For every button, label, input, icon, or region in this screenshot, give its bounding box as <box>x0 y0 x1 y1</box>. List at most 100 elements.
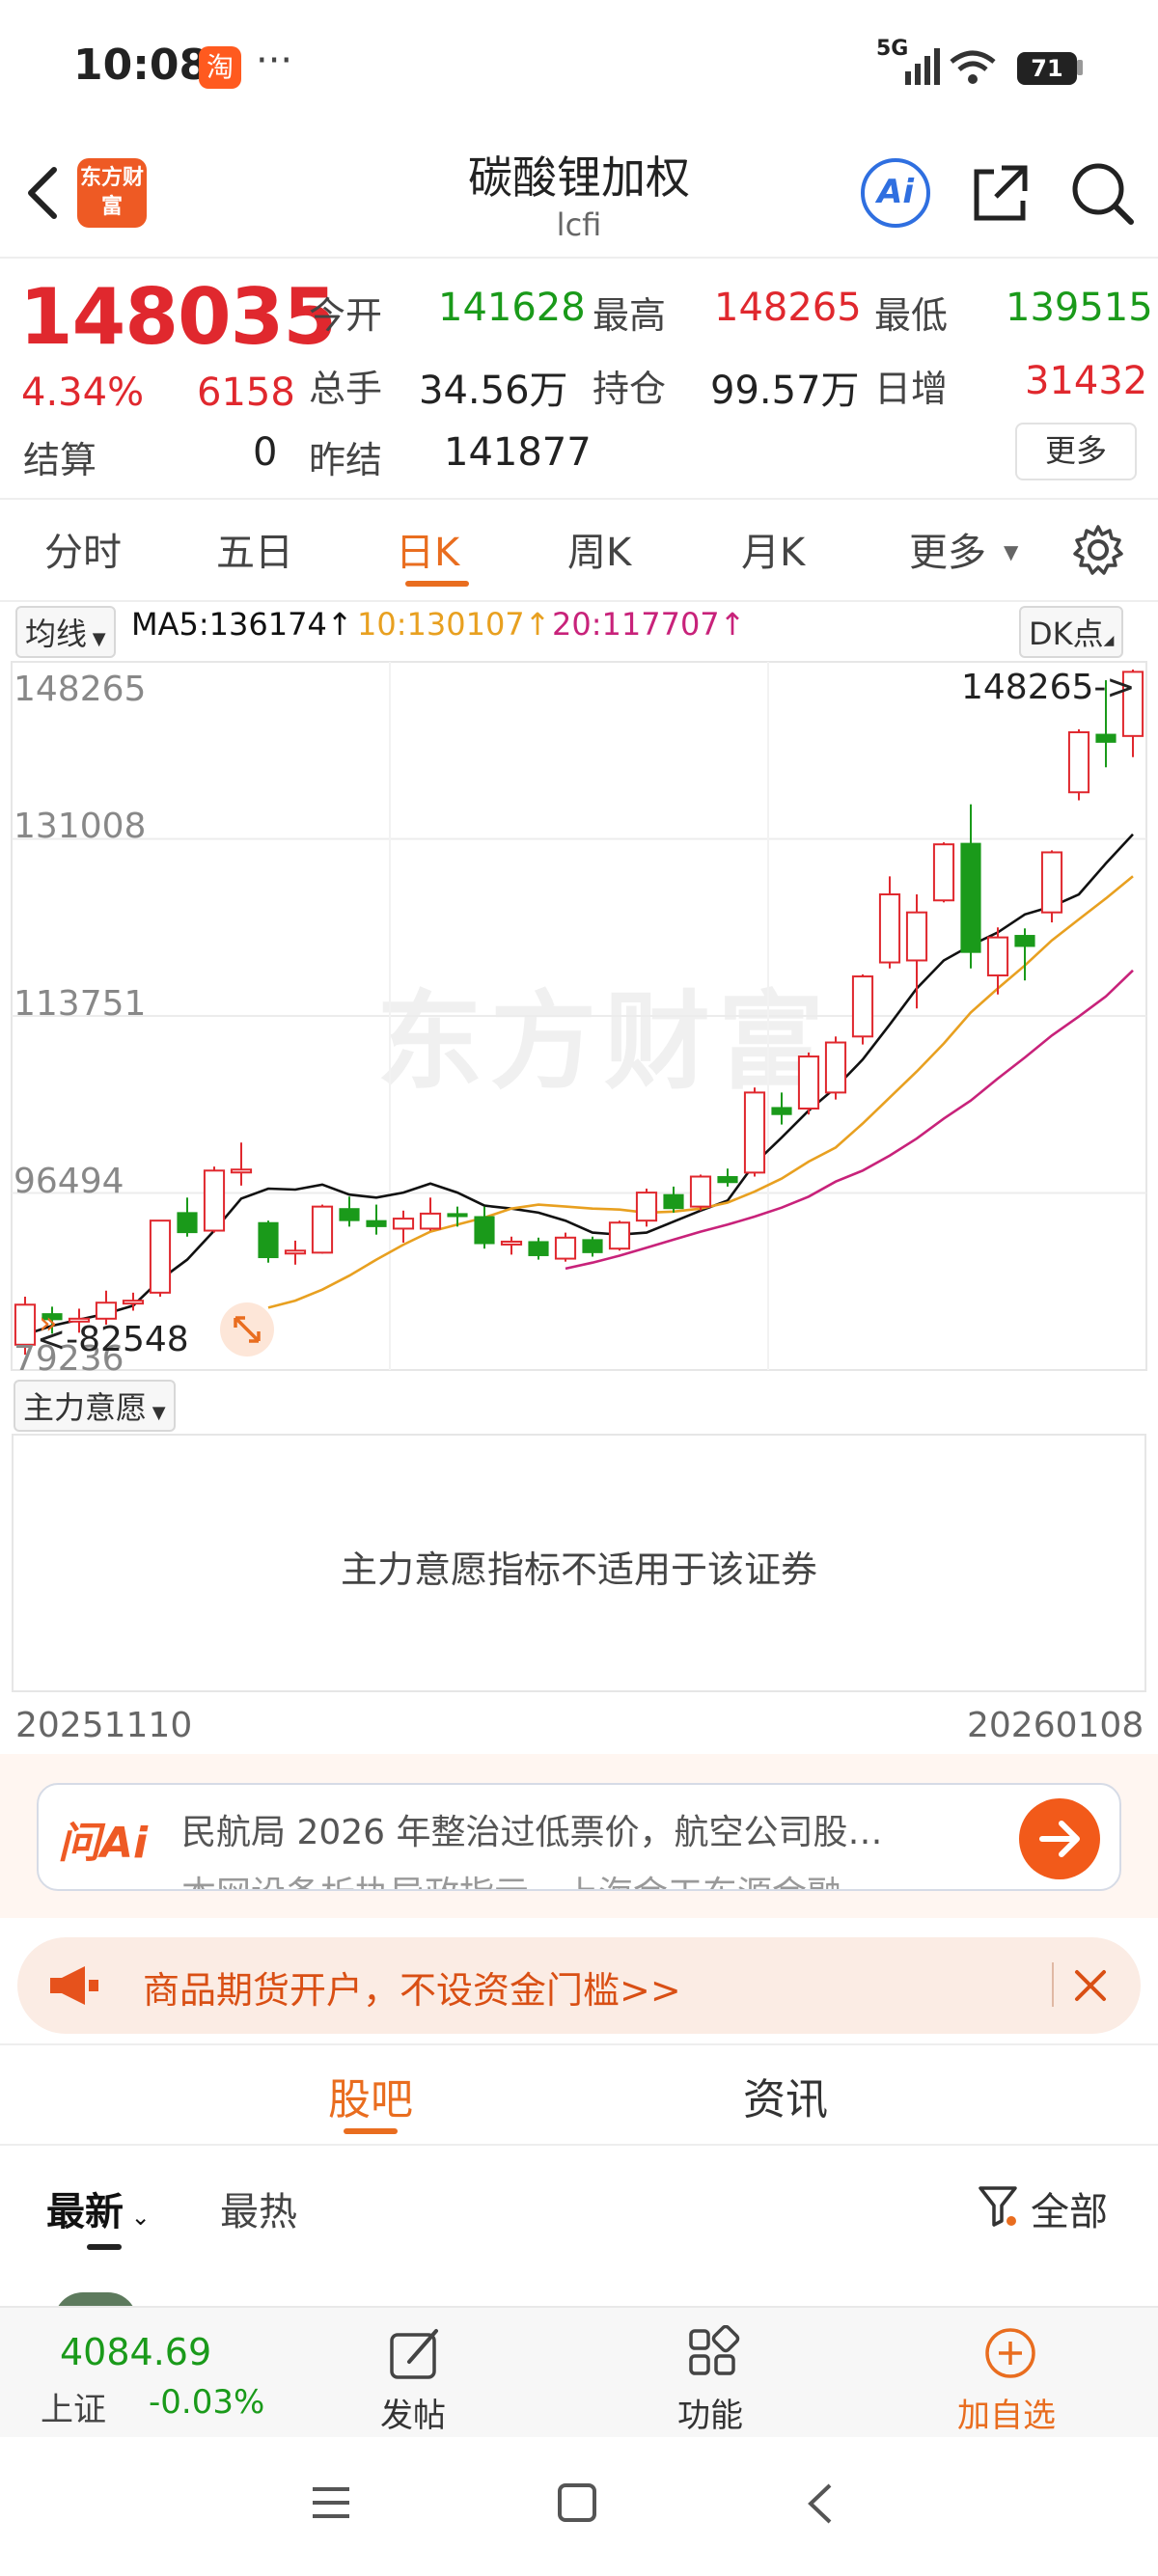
quote-divider <box>0 498 1158 500</box>
ai-submit-button[interactable] <box>1019 1798 1100 1879</box>
ai-label: Ai <box>877 173 914 211</box>
ma5-value: MA5:136174↑ <box>131 606 353 643</box>
candle-up <box>122 1300 145 1305</box>
daily-increase-value: 31432 <box>1025 359 1148 403</box>
ai-button[interactable]: Ai <box>861 158 930 228</box>
open-interest-value: 99.57万 <box>710 369 860 413</box>
tab-more-caret-icon: ▼ <box>1004 540 1019 563</box>
filter-all[interactable]: 全部 <box>1031 2180 1108 2236</box>
grid-icon <box>689 2325 740 2375</box>
candle-up <box>311 1205 334 1254</box>
back-nav-icon[interactable] <box>801 2480 840 2528</box>
dk-point-button[interactable]: DK点◢ <box>1019 606 1124 658</box>
expand-icon[interactable] <box>220 1302 274 1357</box>
last-price: 148035 <box>19 272 337 362</box>
open-value: 141628 <box>438 286 586 330</box>
add-watchlist-label: 加自选 <box>957 2397 1056 2435</box>
indicator-message: 主力意愿指标不适用于该证券 <box>340 1548 817 1591</box>
wifi-icon <box>948 48 998 91</box>
candle-up <box>608 1221 631 1250</box>
candle-up <box>797 1055 820 1110</box>
functions-button[interactable]: 功能 <box>664 2317 760 2435</box>
search-icon[interactable] <box>1069 160 1137 232</box>
candle-down <box>528 1241 549 1256</box>
tab-guba[interactable]: 股吧 <box>328 2065 413 2126</box>
index-name[interactable]: 上证 <box>41 2383 106 2430</box>
filter-hot[interactable]: 最热 <box>220 2180 297 2236</box>
volume-value: 34.56万 <box>419 369 568 413</box>
indicator-selector[interactable]: 主力意愿 ▼ <box>14 1380 176 1432</box>
promo-banner[interactable]: 商品期货开户，不设资金门槛>> <box>17 1937 1141 2034</box>
candle-up <box>743 1091 766 1174</box>
menu-icon[interactable] <box>309 2481 353 2526</box>
tab-weekly-k[interactable]: 周K <box>567 521 631 577</box>
tab-monthly-k[interactable]: 月K <box>741 521 805 577</box>
y-axis-label: 96494 <box>14 1162 124 1201</box>
settings-gear-icon[interactable] <box>1071 523 1125 581</box>
post-button[interactable]: 发帖 <box>367 2317 463 2435</box>
candle-down <box>339 1208 360 1221</box>
candle-up <box>500 1240 523 1246</box>
y-axis-label: 113751 <box>14 984 147 1024</box>
filter-funnel-icon[interactable] <box>977 2182 1019 2233</box>
tab-daily-k[interactable]: 日K <box>396 521 459 577</box>
candle-up <box>878 893 901 964</box>
candle-down <box>447 1213 468 1218</box>
add-watchlist-button[interactable]: 加自选 <box>950 2317 1075 2435</box>
filter-latest[interactable]: 最新 ⌄ <box>46 2180 151 2236</box>
candle-down <box>717 1176 738 1184</box>
candlestick-chart[interactable] <box>0 656 1158 1376</box>
ai-news-line-next: 本网设备析执导政指示，上海金工东源金融 <box>181 1866 841 1889</box>
quote-more-button[interactable]: 更多 <box>1015 423 1137 480</box>
daily-increase-label: 日增 <box>874 368 949 410</box>
candle-down <box>474 1216 495 1245</box>
candle-up <box>824 1041 847 1094</box>
low-label: 最低 <box>874 294 949 337</box>
low-value: 139515 <box>1006 286 1153 330</box>
candle-up <box>230 1168 253 1174</box>
index-change[interactable]: -0.03% <box>149 2383 264 2422</box>
settle-label: 结算 <box>23 439 97 481</box>
open-interest-label: 持仓 <box>593 368 667 410</box>
tab-intraday[interactable]: 分时 <box>44 521 122 577</box>
candle-up <box>149 1219 172 1294</box>
taobao-icon: 淘 <box>199 46 241 89</box>
index-value[interactable]: 4084.69 <box>60 2331 211 2373</box>
functions-label: 功能 <box>677 2397 743 2435</box>
ai-question-box[interactable]: 问Ai 民航局 2026 年整治过低票价，航空公司股… 本网设备析执导政指示，上… <box>37 1783 1121 1891</box>
signal-icon: 5G <box>876 37 940 87</box>
candle-up <box>1067 730 1090 794</box>
battery-tip <box>1077 60 1083 75</box>
more-notifications-icon: ··· <box>256 39 293 83</box>
candle-up <box>392 1218 415 1230</box>
ma-selector[interactable]: 均线 ▼ <box>15 606 116 658</box>
candle-down <box>177 1212 198 1234</box>
candle-down <box>582 1239 603 1253</box>
settle-value: 0 <box>253 430 278 475</box>
header-divider <box>0 257 1158 259</box>
home-icon[interactable] <box>554 2480 600 2526</box>
tab-news[interactable]: 资讯 <box>743 2065 828 2126</box>
close-icon[interactable] <box>1069 1964 1112 2011</box>
high-label: 最高 <box>593 294 667 337</box>
prev-settle-label: 昨结 <box>309 439 383 481</box>
scroll-left-icon[interactable]: » <box>39 1304 58 1341</box>
tab-more[interactable]: 更多 <box>909 521 986 577</box>
candle-up <box>905 911 928 962</box>
guba-tab-indicator <box>344 2128 398 2134</box>
ai-news-line[interactable]: 民航局 2026 年整治过低票价，航空公司股… <box>181 1804 883 1854</box>
filter-indicator <box>87 2244 122 2250</box>
y-axis-label-max: 148265 <box>14 670 147 709</box>
promo-text: 商品期货开户，不设资金门槛>> <box>143 1969 681 2012</box>
candle-up <box>95 1302 118 1320</box>
tab-five-day[interactable]: 五日 <box>216 521 293 577</box>
promo-divider <box>1052 1962 1054 2007</box>
ma10-value: 10:130107↑ <box>357 606 551 643</box>
active-tab-indicator <box>405 581 469 587</box>
share-icon[interactable] <box>969 162 1033 230</box>
candle-up <box>986 936 1009 977</box>
megaphone-icon <box>46 1962 100 2013</box>
candle-down <box>771 1107 792 1115</box>
min-price-marker: <-82548 <box>37 1320 189 1359</box>
candle-up <box>851 975 874 1038</box>
